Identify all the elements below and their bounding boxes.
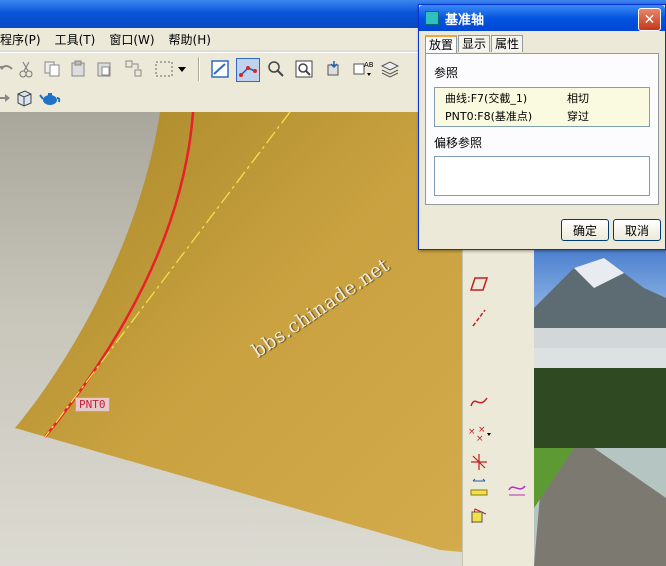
analysis-icon[interactable] — [467, 476, 491, 500]
close-icon[interactable]: ✕ — [638, 8, 661, 31]
menu-tools[interactable]: 工具(T) — [55, 31, 104, 48]
offset-references-list[interactable] — [434, 156, 650, 196]
desktop-background-photo — [534, 248, 666, 566]
datum-plane-icon[interactable] — [467, 272, 491, 296]
svg-text:AB: AB — [364, 61, 373, 69]
dialog-tabs: 放置 显示 属性 — [425, 35, 524, 54]
layers-icon[interactable] — [378, 57, 402, 81]
tab-display[interactable]: 显示 — [458, 35, 491, 52]
datum-point-label[interactable]: PNT0 — [75, 397, 110, 412]
cube-view-icon[interactable] — [12, 86, 36, 110]
view-mode-icon[interactable]: AB — [350, 57, 374, 81]
dropdown-arrow-icon[interactable] — [176, 57, 188, 81]
regenerate-icon[interactable] — [122, 57, 146, 81]
tab-properties[interactable]: 属性 — [491, 35, 524, 52]
dialog-app-icon — [425, 11, 439, 25]
datum-axis-toggle-icon[interactable] — [236, 58, 260, 82]
svg-text:×: × — [476, 434, 484, 444]
references-list[interactable]: 曲线:F7(交截_1) 相切 PNT0:F8(基准点) 穿过 — [434, 87, 650, 127]
cad-main-window: 程序(P) 工具(T) 窗口(W) 帮助(H) AB bbs.chinade.n… — [0, 0, 666, 566]
teapot-icon[interactable] — [38, 86, 62, 110]
model-surface-canvas — [15, 112, 462, 552]
style-icon[interactable] — [505, 476, 529, 500]
references-label: 参照 — [434, 66, 459, 80]
dialog-title: 基准轴 — [445, 13, 485, 28]
zoom-icon[interactable] — [292, 57, 316, 81]
reference-name: PNT0:F8(基准点) — [445, 110, 533, 123]
dialog-title-bar[interactable]: 基准轴 ✕ — [419, 5, 665, 31]
reference-row[interactable]: PNT0:F8(基准点) 穿过 — [435, 106, 647, 124]
placement-panel: 参照 曲线:F7(交截_1) 相切 PNT0:F8(基准点) 穿过 偏移参照 — [425, 53, 659, 205]
datum-axis-icon[interactable] — [467, 306, 491, 330]
reference-row[interactable]: 曲线:F7(交截_1) 相切 — [435, 88, 647, 106]
cut-icon[interactable] — [14, 57, 38, 81]
menu-program[interactable]: 程序(P) — [0, 31, 49, 48]
svg-text:×: × — [468, 427, 476, 437]
repaint-icon[interactable] — [322, 57, 346, 81]
reference-name: 曲线:F7(交截_1) — [445, 92, 528, 105]
spin-center-icon[interactable] — [264, 57, 288, 81]
datum-axis-dialog: 基准轴 ✕ 放置 显示 属性 参照 曲线:F7(交截_1) 相切 PNT0:F8… — [418, 4, 666, 250]
datum-display-icon[interactable] — [208, 57, 232, 81]
reference-constraint-type[interactable]: 穿过 — [567, 108, 589, 124]
reference-constraint-type[interactable]: 相切 — [567, 90, 589, 106]
copy-icon[interactable] — [40, 57, 64, 81]
select-box-icon[interactable] — [152, 57, 176, 81]
cancel-button[interactable]: 取消 — [613, 219, 661, 241]
sketch-icon[interactable] — [467, 504, 491, 528]
paste-icon[interactable] — [66, 57, 90, 81]
datum-point-icon[interactable]: × × × — [467, 422, 491, 446]
offset-references-label: 偏移参照 — [434, 136, 483, 150]
menu-window[interactable]: 窗口(W) — [109, 31, 162, 48]
graphics-viewport[interactable]: bbs.chinade.net PNT0 — [0, 112, 462, 566]
toolbar-separator — [198, 57, 200, 81]
model-surface — [15, 112, 462, 552]
datum-curve-icon[interactable] — [467, 390, 491, 414]
svg-text:×: × — [478, 425, 486, 435]
paste-special-icon[interactable] — [92, 57, 116, 81]
coord-sys-icon[interactable] — [467, 450, 491, 474]
menu-help[interactable]: 帮助(H) — [169, 31, 219, 48]
ok-button[interactable]: 确定 — [561, 219, 609, 241]
tab-placement[interactable]: 放置 — [425, 35, 458, 54]
